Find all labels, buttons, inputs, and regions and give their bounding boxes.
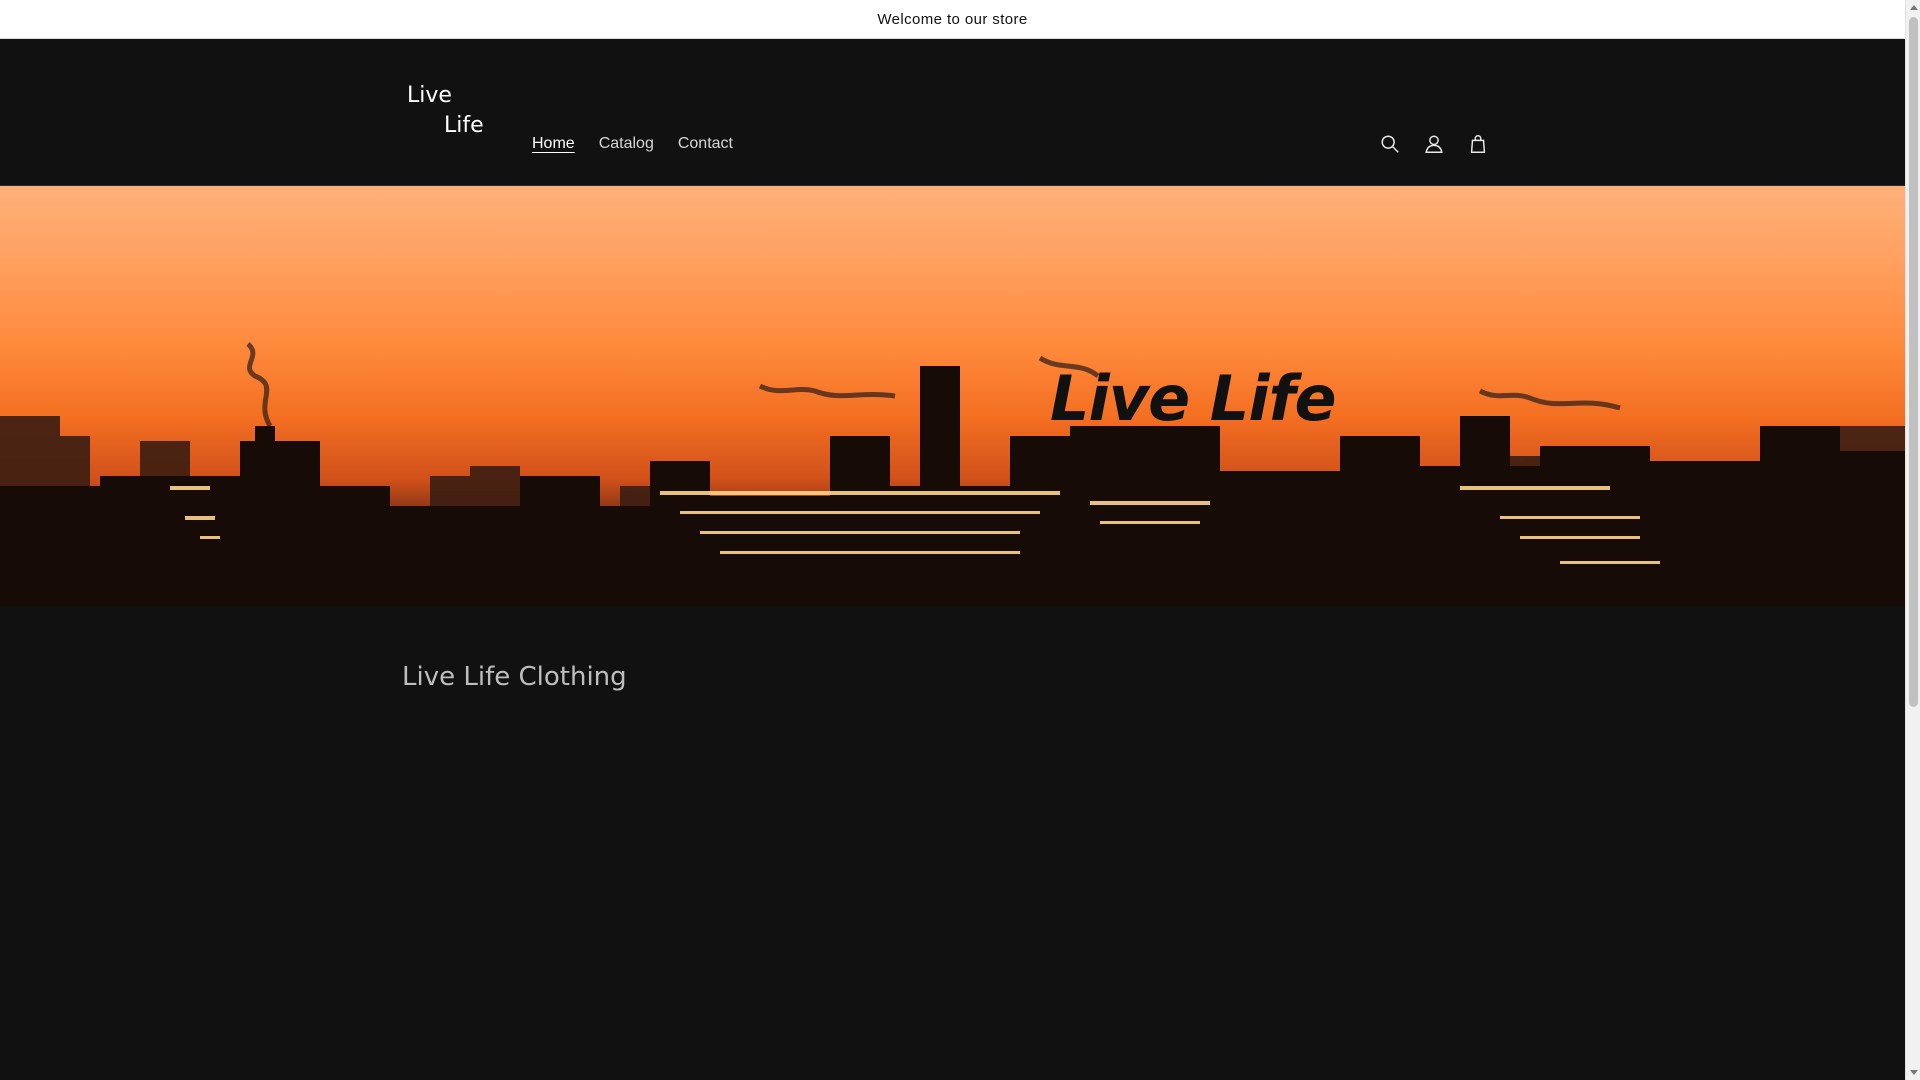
- nav-link-home[interactable]: Home: [520, 135, 587, 153]
- hero-title: Live Life: [1050, 362, 1337, 435]
- scroll-down-arrow[interactable]: [1910, 1070, 1918, 1075]
- nav-link-contact[interactable]: Contact: [666, 135, 745, 153]
- collection-title[interactable]: Live Life Clothing: [402, 662, 627, 692]
- logo-line-1: Live: [407, 83, 452, 108]
- scrollbar-thumb[interactable]: [1909, 17, 1918, 707]
- announcement-bar: Welcome to our store: [0, 0, 1905, 39]
- scroll-up-arrow[interactable]: [1910, 5, 1918, 10]
- main-nav: Home Catalog Contact: [520, 135, 745, 153]
- search-button[interactable]: [1378, 132, 1402, 156]
- store-page: Welcome to our store Live Life Home Cata…: [0, 0, 1905, 1080]
- page-scrollbar[interactable]: [1905, 0, 1920, 1080]
- cart-icon: [1470, 135, 1486, 153]
- account-button[interactable]: [1422, 132, 1446, 156]
- logo-line-2: Life: [444, 113, 484, 138]
- announcement-text: Welcome to our store: [877, 10, 1028, 28]
- header-icons: [1378, 132, 1490, 156]
- store-logo[interactable]: Live Life: [402, 81, 492, 141]
- hero-banner: Live Life: [0, 186, 1905, 606]
- search-icon: [1381, 135, 1399, 153]
- cart-button[interactable]: [1466, 132, 1490, 156]
- account-icon: [1425, 135, 1443, 153]
- city-skyline-image: [0, 342, 1905, 606]
- site-header: Live Life Home Catalog Contact: [0, 39, 1905, 186]
- nav-link-catalog[interactable]: Catalog: [587, 135, 666, 153]
